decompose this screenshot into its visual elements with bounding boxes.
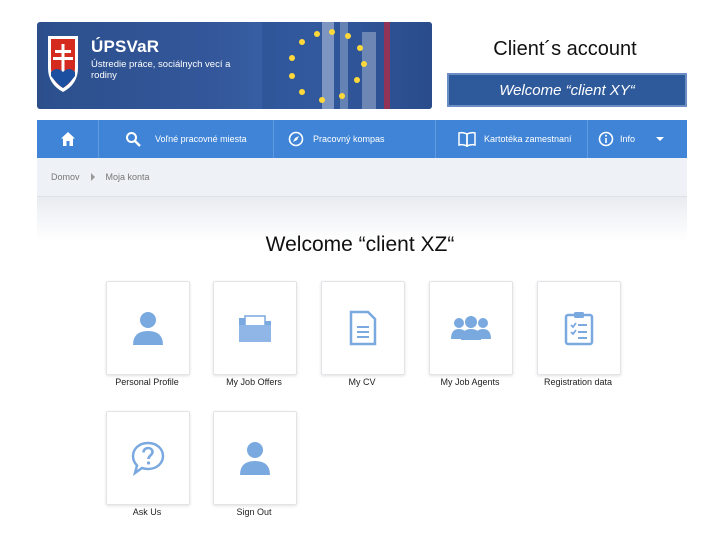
nav-item-jobs[interactable]: Voľné pracovné miesta [99,120,274,158]
user-icon [133,312,163,345]
info-icon [598,131,614,147]
book-icon [458,131,476,147]
chevron-down-icon [656,137,665,141]
tile-label: My Job Offers [226,377,282,387]
tile-my-job-agents[interactable] [429,281,513,375]
brand-title: ÚPSVaR [91,37,160,56]
nav-item-label: Pracovný kompas [313,134,385,144]
main-navbar: Voľné pracovné miesta Pracovný kompas Ka… [37,120,687,158]
welcome-box: Welcome “client XY“ [447,73,687,107]
nav-item-label: Kartotéka zamestnaní [484,134,572,144]
nav-item-label: Info [620,134,636,144]
nav-item-info[interactable]: Info [588,120,687,158]
nav-home[interactable] [37,120,99,158]
clipboard-icon [564,312,594,346]
tile-label: Personal Profile [115,377,179,387]
breadcrumb-current: Moja konta [105,172,150,182]
slovak-crest-icon [48,36,78,92]
welcome-box-text: Welcome “client XY“ [499,81,635,99]
brand-subtitle: Ústredie práce, sociálnych vecí a rodiny [91,59,231,81]
user-icon [240,442,270,475]
nav-item-label: Voľné pracovné miesta [155,134,247,144]
account-title: Client´s account [493,38,637,60]
breadcrumb-home[interactable]: Domov [51,172,80,182]
tile-sign-out[interactable] [213,411,297,505]
tile-my-job-offers[interactable] [213,281,297,375]
tile-my-cv[interactable] [321,281,405,375]
chevron-right-icon [90,173,95,181]
eu-stars-icon [262,22,432,109]
tile-personal-profile[interactable] [106,281,190,375]
page-title: Welcome “client XZ“ [265,233,455,256]
group-icon [451,316,491,340]
question-bubble-icon [131,441,165,476]
tile-registration-data[interactable] [537,281,621,375]
breadcrumb-bar: Domov Moja konta [37,158,687,197]
compass-icon [288,131,304,147]
tile-label: Registration data [543,377,613,387]
breadcrumb: Domov Moja konta [51,172,150,182]
folder-icon [239,315,271,342]
document-icon [349,310,377,346]
tile-label: Sign Out [236,507,272,517]
tile-label: My CV [348,377,376,387]
nav-item-compass[interactable]: Pracovný kompas [274,120,436,158]
nav-item-cards[interactable]: Kartotéka zamestnaní [436,120,588,158]
tile-label: My Job Agents [440,377,500,387]
header-banner: ÚPSVaR Ústredie práce, sociálnych vecí a… [37,22,432,109]
home-icon [60,132,75,146]
tile-ask-us[interactable] [106,411,190,505]
tile-label: Ask Us [132,507,162,517]
search-icon [126,132,141,147]
